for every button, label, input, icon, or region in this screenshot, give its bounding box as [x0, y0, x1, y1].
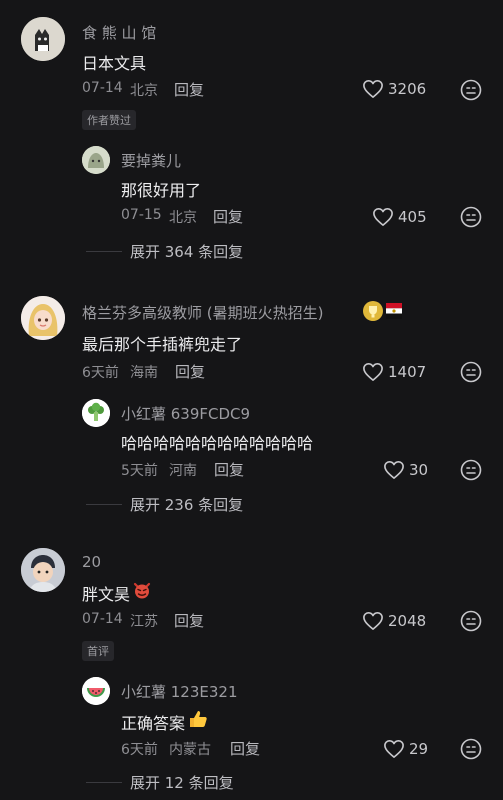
- expand-replies-label: 展开 364 条回复: [130, 243, 244, 261]
- replier-name[interactable]: 小红薯 123E321: [121, 681, 238, 702]
- devil-face-icon: [133, 582, 151, 599]
- reply-location: 北京: [169, 210, 197, 226]
- divider-line: [86, 782, 122, 783]
- devil-emoji-icon: [132, 580, 152, 605]
- dislike-button[interactable]: [460, 361, 482, 387]
- reply-text-content: 正确答案: [121, 713, 186, 733]
- reply-location: 河南: [169, 463, 197, 479]
- heart-outline-icon: [373, 208, 393, 226]
- reply-text: 那很好用了: [121, 181, 202, 200]
- reply-avatar[interactable]: [82, 146, 110, 174]
- commenter-name[interactable]: 食 熊 山 馆: [82, 22, 156, 43]
- dislike-button[interactable]: [460, 610, 482, 636]
- reply-button[interactable]: 回复: [174, 610, 204, 631]
- heart-outline-icon: [363, 363, 383, 381]
- watermelon-avatar-icon: [82, 677, 110, 705]
- dislike-button[interactable]: [460, 738, 482, 764]
- meh-face-icon: [460, 610, 482, 632]
- replier-name[interactable]: 要掉粪儿: [121, 150, 181, 171]
- trophy-flag-icon: [363, 301, 402, 321]
- meh-face-icon: [460, 459, 482, 481]
- like-button[interactable]: 3206: [362, 79, 426, 99]
- thumbs-up-emoji-icon: [187, 708, 209, 735]
- like-count: 1407: [388, 363, 427, 381]
- reply-date: 07-15: [121, 207, 162, 223]
- meh-face-icon: [460, 738, 482, 760]
- reply-button[interactable]: 回复: [174, 79, 204, 100]
- heart-outline-icon: [384, 461, 404, 479]
- like-count: 29: [409, 740, 429, 758]
- comment-text: 胖文昊: [82, 580, 152, 605]
- replier-name[interactable]: 小红薯 639FCDC9: [121, 403, 250, 424]
- comment-date: 07-14: [82, 80, 123, 96]
- reply-button[interactable]: 回复: [230, 738, 260, 759]
- reply-button[interactable]: 回复: [175, 361, 205, 382]
- dislike-button[interactable]: [460, 206, 482, 232]
- meh-face-icon: [460, 79, 482, 101]
- reply-button[interactable]: 回复: [214, 459, 244, 480]
- first-comment-badge: 首评: [82, 641, 114, 661]
- like-button[interactable]: 2048: [362, 611, 426, 631]
- divider-line: [86, 251, 122, 252]
- avatar[interactable]: [21, 17, 65, 61]
- comment-text: 最后那个手插裤兜走了: [82, 335, 243, 354]
- author-liked-badge: 作者赞过: [82, 110, 136, 130]
- dislike-button[interactable]: [460, 459, 482, 485]
- reply-date: 5天前: [121, 463, 158, 479]
- expand-replies-button[interactable]: 展开 236 条回复: [86, 494, 243, 515]
- like-button[interactable]: 30: [383, 460, 428, 480]
- heart-outline-icon: [363, 80, 383, 98]
- thumbs-up-icon: [190, 711, 207, 727]
- comment-location: 江苏: [130, 614, 158, 630]
- commenter-name[interactable]: 格兰芬多高级教师 (暑期班火热招生): [82, 302, 323, 323]
- avatar-image: [21, 548, 65, 592]
- avatar-image: [21, 17, 65, 61]
- like-count: 30: [409, 461, 429, 479]
- avatar-image: [21, 296, 65, 340]
- comment-text-content: 胖文昊: [82, 584, 131, 604]
- meh-face-icon: [460, 206, 482, 228]
- like-count: 3206: [388, 80, 427, 98]
- avatar[interactable]: [21, 296, 65, 340]
- heart-outline-icon: [363, 612, 383, 630]
- divider-line: [86, 504, 122, 505]
- comment-date: 07-14: [82, 611, 123, 627]
- like-button[interactable]: 29: [383, 739, 428, 759]
- avatar[interactable]: [21, 548, 65, 592]
- reply-button[interactable]: 回复: [213, 206, 243, 227]
- comment-location: 北京: [130, 83, 158, 99]
- avatar-image: [82, 146, 110, 174]
- dislike-button[interactable]: [460, 79, 482, 105]
- reply-text: 正确答案: [121, 708, 209, 735]
- like-button[interactable]: 1407: [362, 362, 426, 382]
- trophy-badge-icon: [362, 299, 404, 327]
- like-button[interactable]: 405: [372, 207, 427, 227]
- reply-text: 哈哈哈哈哈哈哈哈哈哈哈哈: [121, 434, 314, 453]
- comment-date: 6天前: [82, 365, 119, 381]
- reply-location: 内蒙古: [169, 742, 211, 758]
- like-count: 405: [398, 208, 427, 226]
- expand-replies-label: 展开 236 条回复: [130, 496, 244, 514]
- comment-text: 日本文具: [82, 54, 147, 73]
- reply-avatar[interactable]: [82, 677, 110, 705]
- expand-replies-label: 展开 12 条回复: [130, 774, 234, 792]
- comment-location: 海南: [130, 365, 158, 381]
- expand-replies-button[interactable]: 展开 12 条回复: [86, 772, 234, 793]
- reply-date: 6天前: [121, 742, 158, 758]
- reply-avatar[interactable]: [82, 399, 110, 427]
- broccoli-avatar-icon: [82, 399, 110, 427]
- heart-outline-icon: [384, 740, 404, 758]
- expand-replies-button[interactable]: 展开 364 条回复: [86, 241, 243, 262]
- meh-face-icon: [460, 361, 482, 383]
- like-count: 2048: [388, 612, 427, 630]
- commenter-name[interactable]: 20: [82, 553, 101, 571]
